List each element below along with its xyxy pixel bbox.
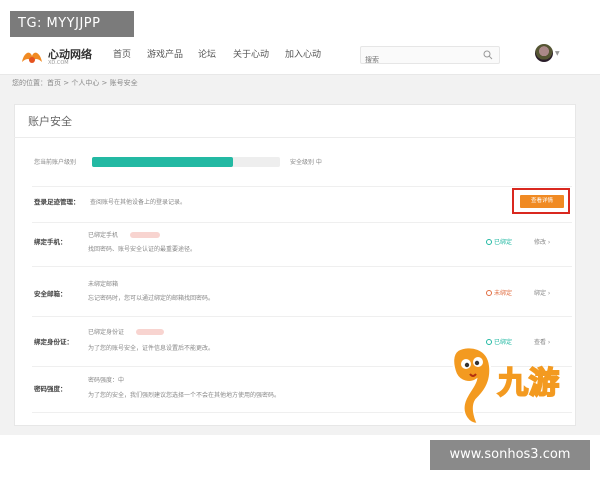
highlight-box xyxy=(512,188,570,214)
divider xyxy=(32,266,572,267)
brand-watermark: 九游 xyxy=(497,365,560,402)
row-password-state: 密码强度：中 xyxy=(88,377,125,384)
row-password-desc: 为了您的安全，我们强烈建议您选择一个不会在其他地方使用的强密码。 xyxy=(88,392,281,399)
watermark-bottom: www.sonhos3.com xyxy=(430,440,590,470)
row-email-state: 未绑定邮箱 xyxy=(88,281,119,288)
row-id-desc: 为了您的账号安全，证件信息设置后不能更改。 xyxy=(88,345,215,352)
status-badge-email: 未绑定 xyxy=(486,289,512,298)
row-phone-desc: 找回密码、账号安全认证的最重要途径。 xyxy=(88,246,197,253)
edit-phone-link[interactable]: 修改 › xyxy=(534,238,550,247)
chevron-down-icon[interactable]: ▼ xyxy=(555,50,560,57)
site-logo[interactable]: 心动网络 XD.COM xyxy=(20,48,105,66)
search-box xyxy=(360,46,500,68)
security-level-fill xyxy=(92,157,233,167)
row-id-state: 已绑定身份证 xyxy=(88,329,125,336)
alert-circle-icon xyxy=(486,290,492,296)
check-circle-icon xyxy=(486,239,492,245)
masked-id xyxy=(136,329,164,335)
row-phone-state: 已绑定手机 xyxy=(88,232,119,239)
nav-games[interactable]: 游戏产品 xyxy=(147,48,183,62)
nav-join[interactable]: 加入心动 xyxy=(285,48,321,62)
row-email-desc: 忘记密码时，您可以通过绑定的邮箱找回密码。 xyxy=(88,295,215,302)
row-label-phone: 绑定手机： xyxy=(34,238,67,246)
watermark-top: TG: MYYJJPP xyxy=(10,11,134,37)
search-input[interactable] xyxy=(361,52,479,68)
view-id-link[interactable]: 查看 › xyxy=(534,338,550,347)
status-badge-phone: 已绑定 xyxy=(486,238,512,247)
row-label-email: 安全邮箱： xyxy=(34,290,67,298)
row-label-password: 密码强度： xyxy=(34,385,67,393)
user-avatar[interactable] xyxy=(535,44,553,62)
breadcrumb: 您的位置：首页 > 个人中心 > 账号安全 xyxy=(12,79,138,87)
page-title: 账户安全 xyxy=(28,115,72,128)
nav-home[interactable]: 首页 xyxy=(113,48,131,62)
row-label-login-trace: 登录足迹管理： xyxy=(34,198,80,206)
divider xyxy=(14,137,576,138)
logo-subtext: XD.COM xyxy=(48,60,69,66)
logo-mark-icon xyxy=(22,52,42,63)
nav-about[interactable]: 关于心动 xyxy=(233,48,269,62)
divider xyxy=(32,222,572,223)
bind-email-link[interactable]: 绑定 › xyxy=(534,289,550,298)
divider xyxy=(32,316,572,317)
row-desc-login-trace: 查阅账号在其他设备上的登录记录。 xyxy=(90,199,187,206)
divider xyxy=(32,186,572,187)
mascot-logo-icon xyxy=(452,346,492,426)
security-status: 安全级别 中 xyxy=(290,159,322,166)
security-level-bar xyxy=(92,157,280,167)
security-level-label: 您当前账户级别 xyxy=(34,159,77,166)
masked-phone xyxy=(130,232,160,238)
nav-forum[interactable]: 论坛 xyxy=(198,48,216,62)
screenshot: 心动网络 XD.COM 首页 游戏产品 论坛 关于心动 加入心动 ▼ 您的位置：… xyxy=(0,0,600,480)
search-icon[interactable] xyxy=(483,50,493,60)
row-label-id-card: 绑定身份证： xyxy=(34,338,73,346)
